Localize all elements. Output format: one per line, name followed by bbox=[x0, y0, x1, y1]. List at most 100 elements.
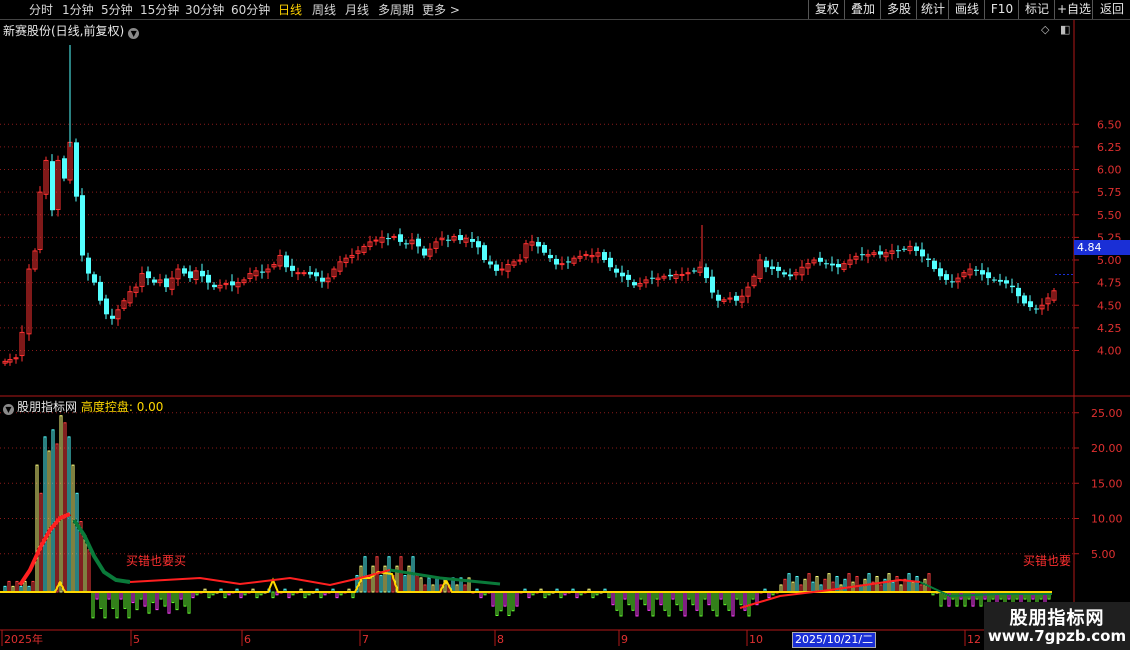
indicator-bar bbox=[695, 591, 699, 611]
candle-body bbox=[620, 272, 625, 277]
price-tick-label: 6.25 bbox=[1097, 141, 1122, 154]
candle-body bbox=[62, 158, 67, 179]
candle-body bbox=[704, 267, 709, 279]
indicator-bar bbox=[419, 577, 423, 593]
candle-body bbox=[992, 279, 997, 281]
candle-body bbox=[50, 161, 55, 211]
indicator-bar bbox=[491, 591, 495, 607]
indicator-bar bbox=[147, 591, 151, 614]
panel-toggle-icon[interactable]: ◧ bbox=[1060, 23, 1070, 36]
candle-body bbox=[476, 241, 481, 248]
candle-body bbox=[914, 246, 919, 251]
indicator-bar bbox=[139, 591, 143, 600]
indicator-bar bbox=[123, 591, 127, 609]
indicator-bar bbox=[363, 556, 367, 593]
candle-body bbox=[314, 272, 319, 277]
candle-body bbox=[602, 252, 607, 260]
indicator-bar bbox=[111, 591, 115, 609]
candle-body bbox=[944, 274, 949, 280]
indicator-bar bbox=[915, 575, 919, 593]
chart-canvas[interactable]: 6.506.256.005.755.505.255.004.754.504.25… bbox=[0, 0, 1130, 650]
candle-body bbox=[1028, 301, 1033, 308]
candle-body bbox=[583, 254, 589, 257]
indicator-bar bbox=[99, 591, 103, 609]
candle-body bbox=[92, 274, 97, 283]
indicator-bar bbox=[783, 578, 787, 593]
indicator-bar bbox=[651, 591, 655, 617]
indicator-bar bbox=[499, 591, 503, 612]
indicator-bar bbox=[635, 591, 639, 617]
indicator-bar bbox=[707, 591, 711, 606]
indicator-bar bbox=[47, 450, 51, 593]
indicator-bar bbox=[843, 578, 847, 593]
candle-body bbox=[416, 238, 421, 247]
candle-body bbox=[482, 245, 487, 260]
candle-body bbox=[878, 251, 883, 255]
indicator-bar bbox=[855, 575, 859, 593]
indicator-bar bbox=[187, 591, 191, 614]
indicator-bar bbox=[59, 415, 63, 593]
indicator-bar bbox=[135, 591, 139, 611]
indicator-bar bbox=[415, 575, 419, 593]
candle-body bbox=[710, 276, 715, 293]
candle-body bbox=[692, 270, 697, 272]
indicator-bar bbox=[507, 591, 511, 616]
indicator-bar bbox=[163, 591, 167, 607]
chevron-down-icon[interactable]: ▼ bbox=[3, 404, 14, 415]
diamond-icon[interactable]: ◇ bbox=[1041, 23, 1049, 36]
candle-body bbox=[212, 284, 217, 288]
candle-body bbox=[554, 258, 559, 265]
indicator-bar bbox=[811, 581, 815, 593]
indicator-bar bbox=[879, 584, 883, 593]
indicator-bar bbox=[175, 591, 179, 611]
indicator-bar bbox=[51, 429, 55, 593]
indicator-bar bbox=[151, 591, 155, 604]
indicator-bar bbox=[503, 591, 507, 607]
indicator-bar bbox=[623, 591, 627, 600]
candle-body bbox=[200, 270, 205, 277]
price-tick-label: 5.50 bbox=[1097, 209, 1122, 222]
candle-body bbox=[902, 248, 907, 250]
indicator-bar bbox=[675, 591, 679, 606]
candle-body bbox=[1034, 308, 1039, 310]
indicator-bar bbox=[699, 591, 703, 617]
candle-body bbox=[860, 254, 865, 256]
price-tick-label: 6.50 bbox=[1097, 118, 1122, 131]
indicator-bar bbox=[919, 584, 923, 593]
candle-body bbox=[1010, 285, 1015, 288]
candle-body bbox=[301, 272, 307, 275]
candle-body bbox=[818, 257, 823, 262]
indicator-bar bbox=[727, 591, 731, 611]
indicator-label: 高度控盘: bbox=[80, 400, 133, 414]
indicator-tick-label: 20.00 bbox=[1091, 442, 1123, 455]
candle-body bbox=[86, 257, 91, 274]
watermark-url: www.7gpzb.com bbox=[987, 627, 1127, 645]
indicator-bar bbox=[691, 591, 695, 606]
indicator-bar bbox=[107, 591, 111, 600]
indicator-bar bbox=[795, 575, 799, 593]
candle-body bbox=[938, 268, 943, 277]
candle-body bbox=[650, 277, 655, 279]
indicator-tick-label: 15.00 bbox=[1091, 477, 1123, 490]
indicator-bar bbox=[899, 584, 903, 593]
candle-body bbox=[499, 268, 505, 271]
indicator-bar bbox=[15, 580, 19, 593]
candle-body bbox=[494, 264, 499, 271]
candle-body bbox=[608, 257, 613, 268]
candle-body bbox=[152, 279, 157, 283]
time-label: 6 bbox=[244, 633, 251, 646]
indicator-tick-label: 5.00 bbox=[1091, 548, 1116, 561]
indicator-bar bbox=[35, 464, 39, 593]
candle-body bbox=[788, 274, 793, 277]
indicator-bar bbox=[799, 584, 803, 593]
chevron-down-icon[interactable]: ▼ bbox=[128, 28, 140, 39]
candle-body bbox=[295, 272, 301, 275]
indicator-curve-red bbox=[129, 569, 391, 587]
candle-body bbox=[146, 271, 151, 279]
indicator-bar bbox=[155, 591, 159, 611]
time-label: 5 bbox=[133, 633, 140, 646]
indicator-bar bbox=[627, 591, 631, 606]
candle-body bbox=[446, 239, 451, 241]
candle-body bbox=[668, 274, 673, 277]
candle-body bbox=[1004, 280, 1009, 284]
